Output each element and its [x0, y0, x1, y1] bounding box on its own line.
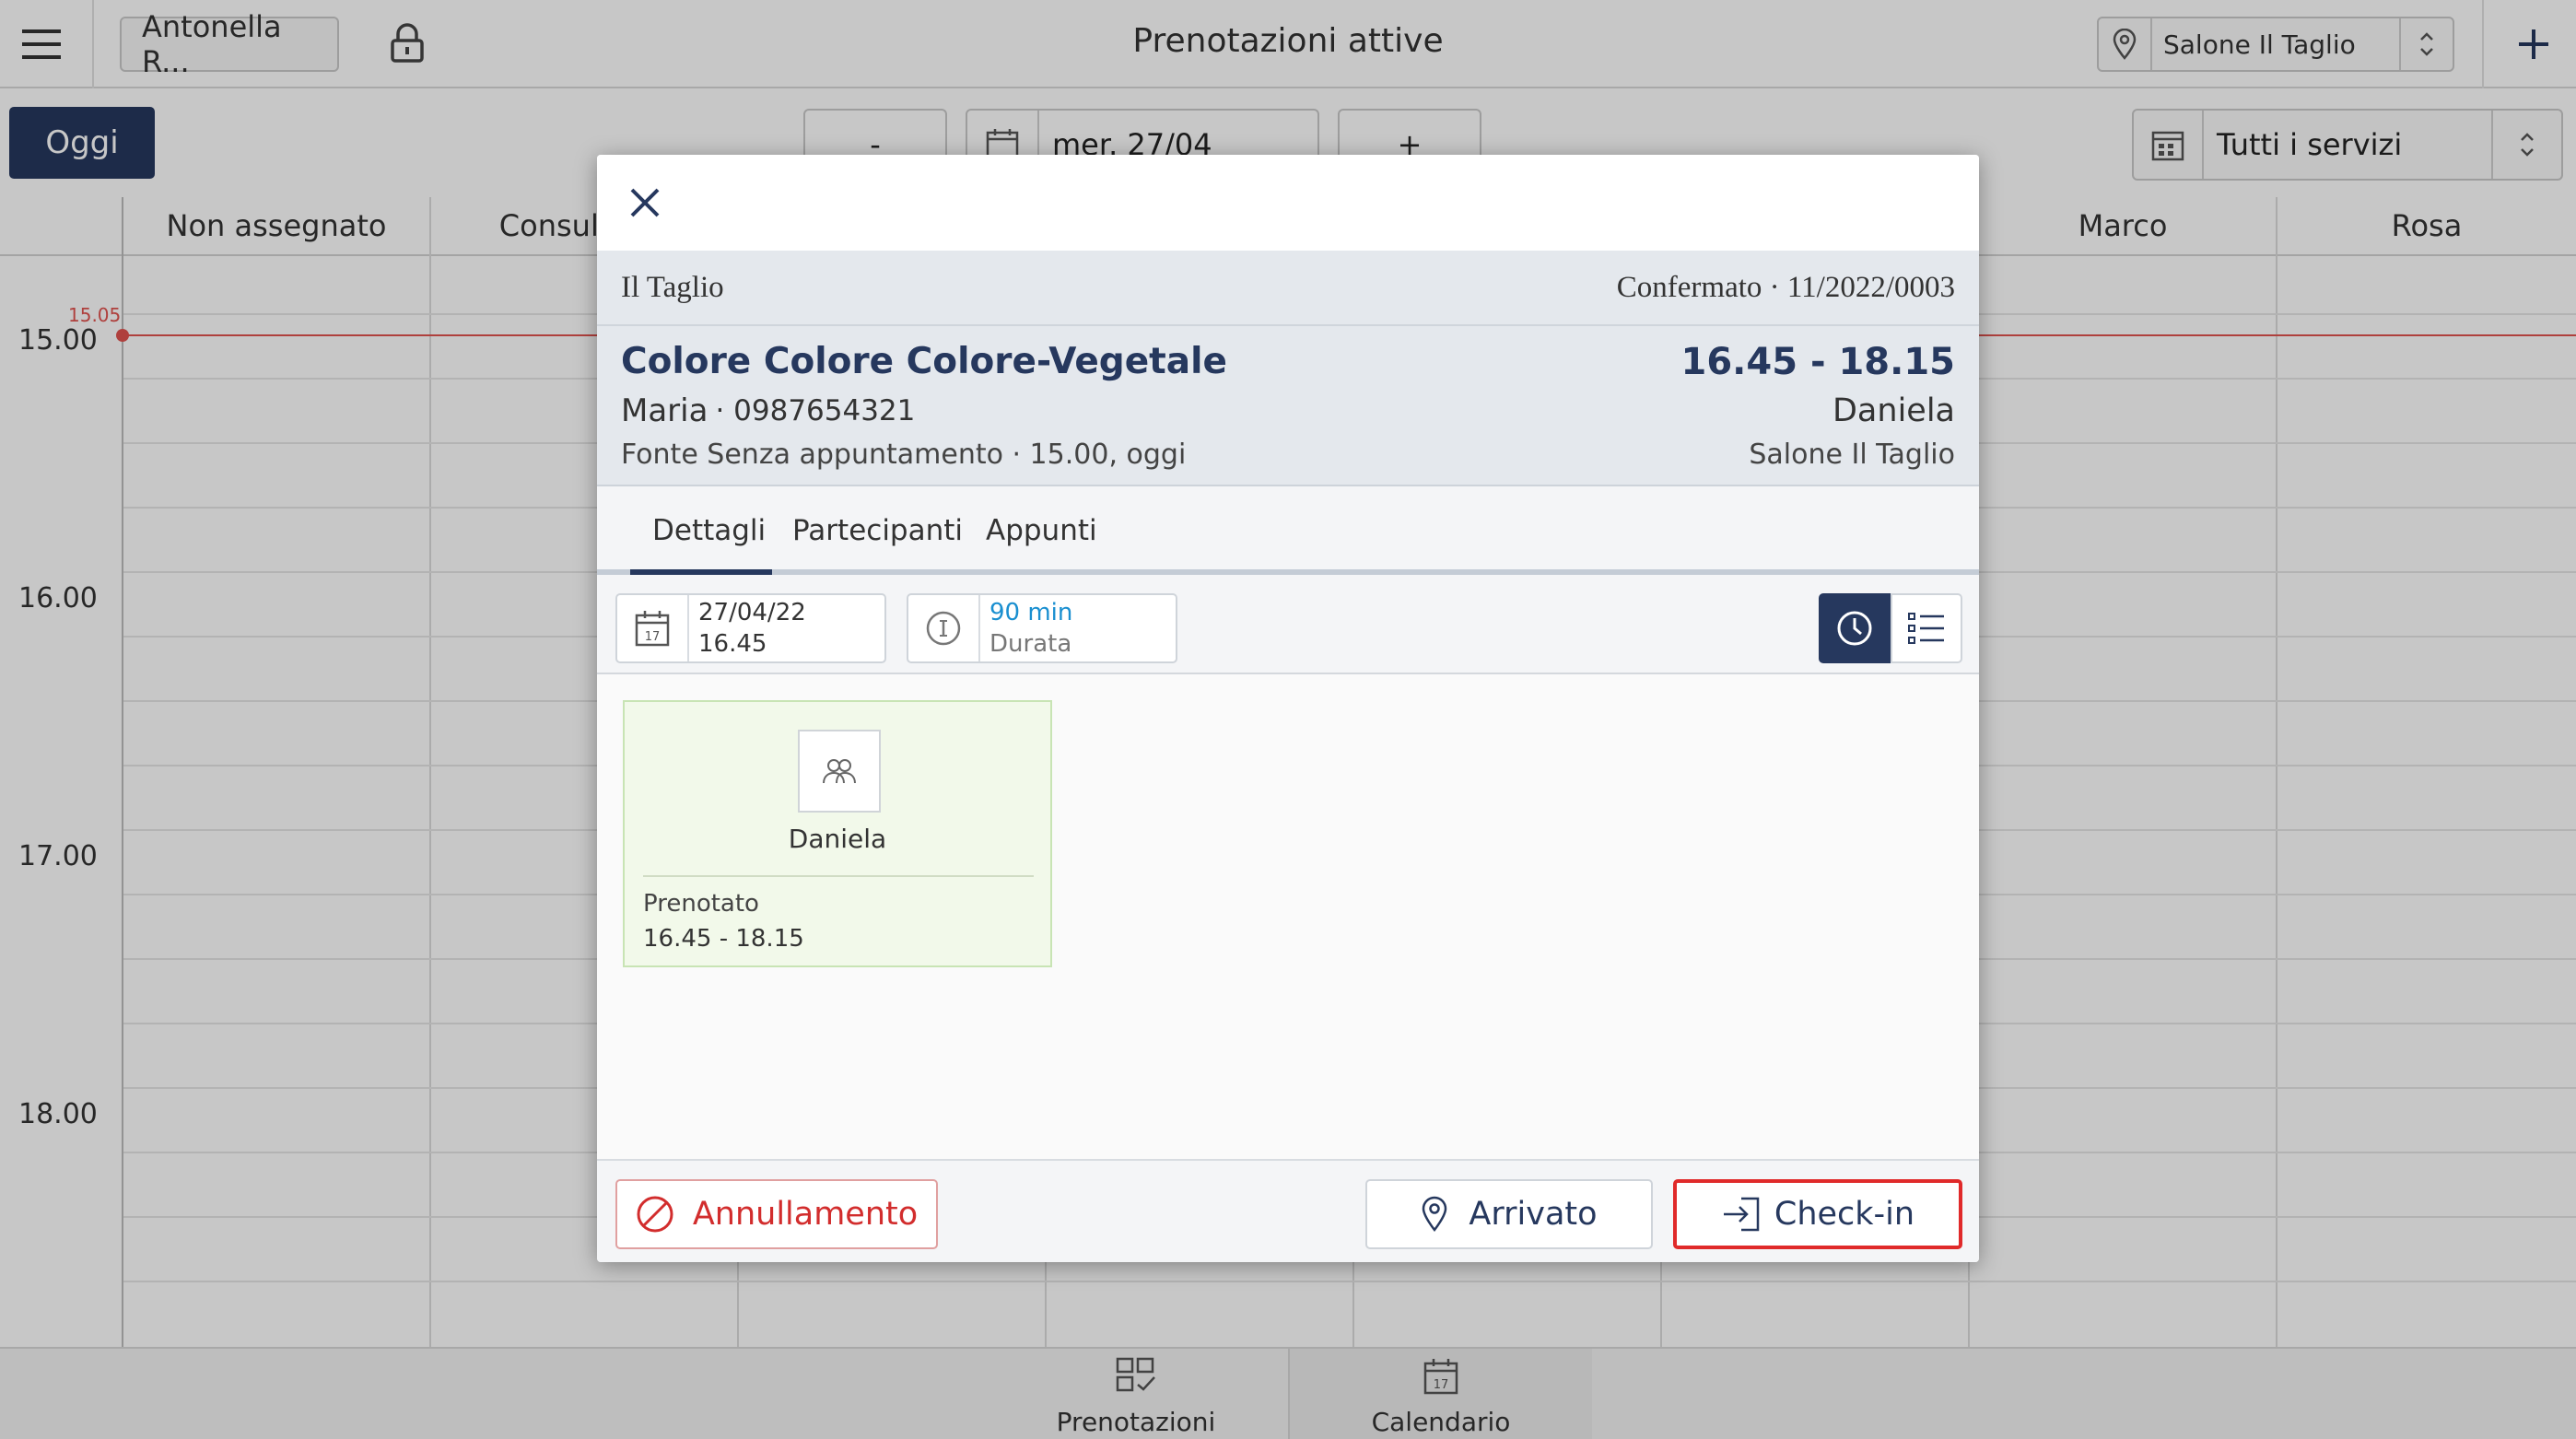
divider — [643, 875, 1034, 877]
booking-dialog: Il Taglio Confermato · 11/2022/0003 Colo… — [597, 155, 1979, 1262]
client-info: Maria · 0987654321 — [621, 392, 915, 429]
list-icon — [1908, 613, 1944, 644]
duration-box[interactable]: 90 min Durata — [907, 593, 1177, 663]
sign-in-icon — [1723, 1197, 1760, 1232]
clock-icon — [1837, 611, 1872, 646]
calendar-icon: 17 — [617, 595, 689, 661]
map-pin-icon — [1423, 1196, 1447, 1233]
booking-summary: Il Taglio Confermato · 11/2022/0003 Colo… — [597, 251, 1979, 486]
duration-label: Durata — [989, 630, 1072, 658]
checkin-button[interactable]: Check-in — [1673, 1179, 1962, 1249]
people-icon — [823, 759, 856, 784]
salon-name: Il Taglio — [621, 271, 724, 304]
staff-name: Daniela — [1832, 392, 1955, 429]
arrived-label: Arrivato — [1469, 1196, 1598, 1233]
duration-value: 90 min — [989, 599, 1073, 626]
booking-source: Fonte Senza appuntamento · 15.00, oggi — [621, 439, 1187, 471]
booking-time: 16.45 - 18.15 — [1680, 341, 1956, 383]
list-view-toggle[interactable] — [1891, 593, 1962, 663]
booking-date: 27/04/22 — [698, 599, 806, 626]
checkin-label: Check-in — [1774, 1196, 1915, 1233]
dialog-tabs: Dettagli Partecipanti Appunti — [597, 486, 1979, 575]
info-icon — [908, 595, 980, 661]
cancel-icon — [637, 1196, 673, 1233]
dialog-footer: Annullamento Arrivato Check-in — [597, 1159, 1979, 1262]
staff-avatar — [798, 730, 881, 813]
cancel-label: Annullamento — [692, 1196, 919, 1233]
close-icon[interactable] — [628, 186, 662, 223]
service-name: Colore Colore Colore-Vegetale — [621, 341, 1227, 382]
cancel-button[interactable]: Annullamento — [615, 1179, 938, 1249]
divider — [597, 324, 1979, 326]
svg-text:17: 17 — [645, 630, 661, 644]
card-time: 16.45 - 18.15 — [643, 925, 804, 953]
card-status: Prenotato — [643, 890, 759, 918]
participant-card[interactable]: Daniela Prenotato 16.45 - 18.15 — [623, 700, 1052, 967]
booking-start-time: 16.45 — [698, 630, 767, 658]
tab-partecipanti[interactable]: Partecipanti — [792, 486, 963, 575]
card-staff-name: Daniela — [788, 824, 887, 854]
tab-appunti[interactable]: Appunti — [986, 486, 1097, 575]
arrived-button[interactable]: Arrivato — [1365, 1179, 1653, 1249]
client-phone: · 0987654321 — [715, 394, 916, 427]
dialog-topbar — [597, 155, 1979, 251]
client-name: Maria — [621, 392, 708, 429]
booking-location: Salone Il Taglio — [1749, 439, 1955, 471]
booking-status: Confermato · 11/2022/0003 — [1616, 271, 1955, 304]
date-time-box[interactable]: 17 27/04/22 16.45 — [615, 593, 886, 663]
details-bar: 17 27/04/22 16.45 90 min Durata — [597, 575, 1979, 674]
tab-dettagli[interactable]: Dettagli — [652, 486, 766, 575]
clock-view-toggle[interactable] — [1819, 593, 1891, 663]
